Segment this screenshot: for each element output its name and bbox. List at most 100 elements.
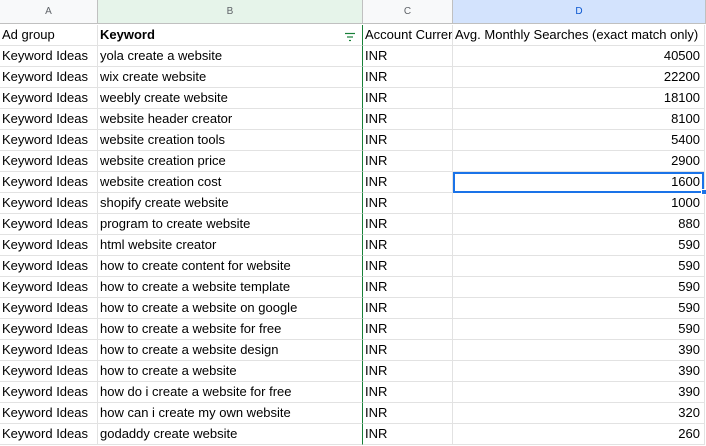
cell-currency[interactable]: INR [363,340,453,361]
cell-keyword[interactable]: how to create a website [98,361,363,382]
table-row: Keyword Ideas weebly create website INR 181… [0,88,706,109]
cell-searches[interactable]: 590 [453,235,705,256]
column-header-c[interactable]: C [363,0,453,24]
cell-searches[interactable]: 8100 [453,109,705,130]
table-row: Keyword Ideas how can i create my own web… [0,403,706,424]
cell-searches[interactable]: 590 [453,277,705,298]
fill-handle[interactable] [701,189,706,195]
cell-keyword[interactable]: how to create a website on google [98,298,363,319]
cell-keyword[interactable]: shopify create website [98,193,363,214]
cell-ad-group[interactable]: Keyword Ideas [0,172,98,193]
cell-ad-group[interactable]: Keyword Ideas [0,361,98,382]
cell-currency[interactable]: INR [363,256,453,277]
cell-keyword[interactable]: website creation cost [98,172,363,193]
cell-searches[interactable]: 40500 [453,46,705,67]
cell-searches[interactable]: 320 [453,403,705,424]
cell-ad-group[interactable]: Keyword Ideas [0,214,98,235]
cell-ad-group[interactable]: Keyword Ideas [0,319,98,340]
cell-currency[interactable]: INR [363,361,453,382]
cell-searches[interactable]: 5400 [453,130,705,151]
cell-ad-group[interactable]: Keyword Ideas [0,235,98,256]
header-ad-group[interactable]: Ad group [0,25,98,46]
cell-currency[interactable]: INR [363,88,453,109]
cell-searches[interactable]: 390 [453,382,705,403]
column-header-a[interactable]: A [0,0,98,24]
cell-currency[interactable]: INR [363,46,453,67]
cell-currency[interactable]: INR [363,382,453,403]
cell-keyword[interactable]: how to create a website template [98,277,363,298]
cell-currency[interactable]: INR [363,151,453,172]
column-letter: B [226,6,234,17]
cell-currency[interactable]: INR [363,172,453,193]
cell-ad-group[interactable]: Keyword Ideas [0,67,98,88]
cell-currency[interactable]: INR [363,319,453,340]
cell-searches[interactable]: 2900 [453,151,705,172]
cell-ad-group[interactable]: Keyword Ideas [0,109,98,130]
cell-keyword[interactable]: wix create website [98,67,363,88]
table-row: Keyword Ideas website header creator INR 81… [0,109,706,130]
cell-ad-group[interactable]: Keyword Ideas [0,382,98,403]
cell-searches[interactable]: 1000 [453,193,705,214]
cell-ad-group[interactable]: Keyword Ideas [0,424,98,445]
cell-keyword[interactable]: website creation tools [98,130,363,151]
table-row: Keyword Ideas how to create a website on … [0,298,706,319]
column-letter: A [45,6,52,17]
cell-ad-group[interactable]: Keyword Ideas [0,340,98,361]
cell-keyword[interactable]: website header creator [98,109,363,130]
header-avg-monthly-searches[interactable]: Avg. Monthly Searches (exact match only) [453,25,705,46]
cell-searches[interactable]: 390 [453,340,705,361]
cell-searches[interactable]: 590 [453,298,705,319]
cell-ad-group[interactable]: Keyword Ideas [0,151,98,172]
table-row: Keyword Ideas how to create a website INR 3… [0,361,706,382]
cell-currency[interactable]: INR [363,214,453,235]
table-row: Keyword Ideas website creation tools INR 54… [0,130,706,151]
cell-keyword[interactable]: weebly create website [98,88,363,109]
cell-ad-group[interactable]: Keyword Ideas [0,193,98,214]
cell-searches[interactable]: 1600 [453,172,705,193]
cell-keyword[interactable]: yola create a website [98,46,363,67]
cell-searches[interactable]: 22200 [453,67,705,88]
cell-searches[interactable]: 18100 [453,88,705,109]
cell-currency[interactable]: INR [363,67,453,88]
cell-searches[interactable]: 390 [453,361,705,382]
cell-currency[interactable]: INR [363,424,453,445]
column-header-b[interactable]: B [98,0,363,24]
cell-searches[interactable]: 590 [453,319,705,340]
cell-currency[interactable]: INR [363,403,453,424]
cell-currency[interactable]: INR [363,130,453,151]
cell-searches[interactable]: 880 [453,214,705,235]
cell-currency[interactable]: INR [363,298,453,319]
cell-keyword[interactable]: website creation price [98,151,363,172]
column-header-d[interactable]: D [453,0,706,24]
table-row: Keyword Ideas how to create a website for… [0,319,706,340]
cell-keyword[interactable]: how do i create a website for free [98,382,363,403]
cell-searches[interactable]: 260 [453,424,705,445]
cell-keyword[interactable]: how to create a website design [98,340,363,361]
cell-keyword[interactable]: how to create content for website [98,256,363,277]
cell-currency[interactable]: INR [363,235,453,256]
filter-icon[interactable] [344,29,356,42]
cell-searches[interactable]: 590 [453,256,705,277]
cell-keyword[interactable]: how to create a website for free [98,319,363,340]
cell-ad-group[interactable]: Keyword Ideas [0,130,98,151]
header-account-currency[interactable]: Account Currency [363,25,453,46]
cell-keyword[interactable]: html website creator [98,235,363,256]
cell-keyword[interactable]: program to create website [98,214,363,235]
cell-ad-group[interactable]: Keyword Ideas [0,88,98,109]
table-row: Keyword Ideas website creation cost INR 160… [0,172,706,193]
cell-keyword[interactable]: godaddy create website [98,424,363,445]
cell-ad-group[interactable]: Keyword Ideas [0,403,98,424]
cell-currency[interactable]: INR [363,193,453,214]
cell-ad-group[interactable]: Keyword Ideas [0,46,98,67]
cell-ad-group[interactable]: Keyword Ideas [0,298,98,319]
cell-ad-group[interactable]: Keyword Ideas [0,277,98,298]
table-row: Keyword Ideas how to create content for w… [0,256,706,277]
cell-currency[interactable]: INR [363,277,453,298]
header-keyword[interactable]: Keyword [98,25,363,46]
cell-currency[interactable]: INR [363,109,453,130]
cell-keyword[interactable]: how can i create my own website [98,403,363,424]
spreadsheet-grid[interactable]: A B C D Ad group Keyword Account Currenc… [0,0,706,446]
cell-ad-group[interactable]: Keyword Ideas [0,256,98,277]
table-row: Keyword Ideas how to create a website des… [0,340,706,361]
table-row: Keyword Ideas how to create a website tem… [0,277,706,298]
